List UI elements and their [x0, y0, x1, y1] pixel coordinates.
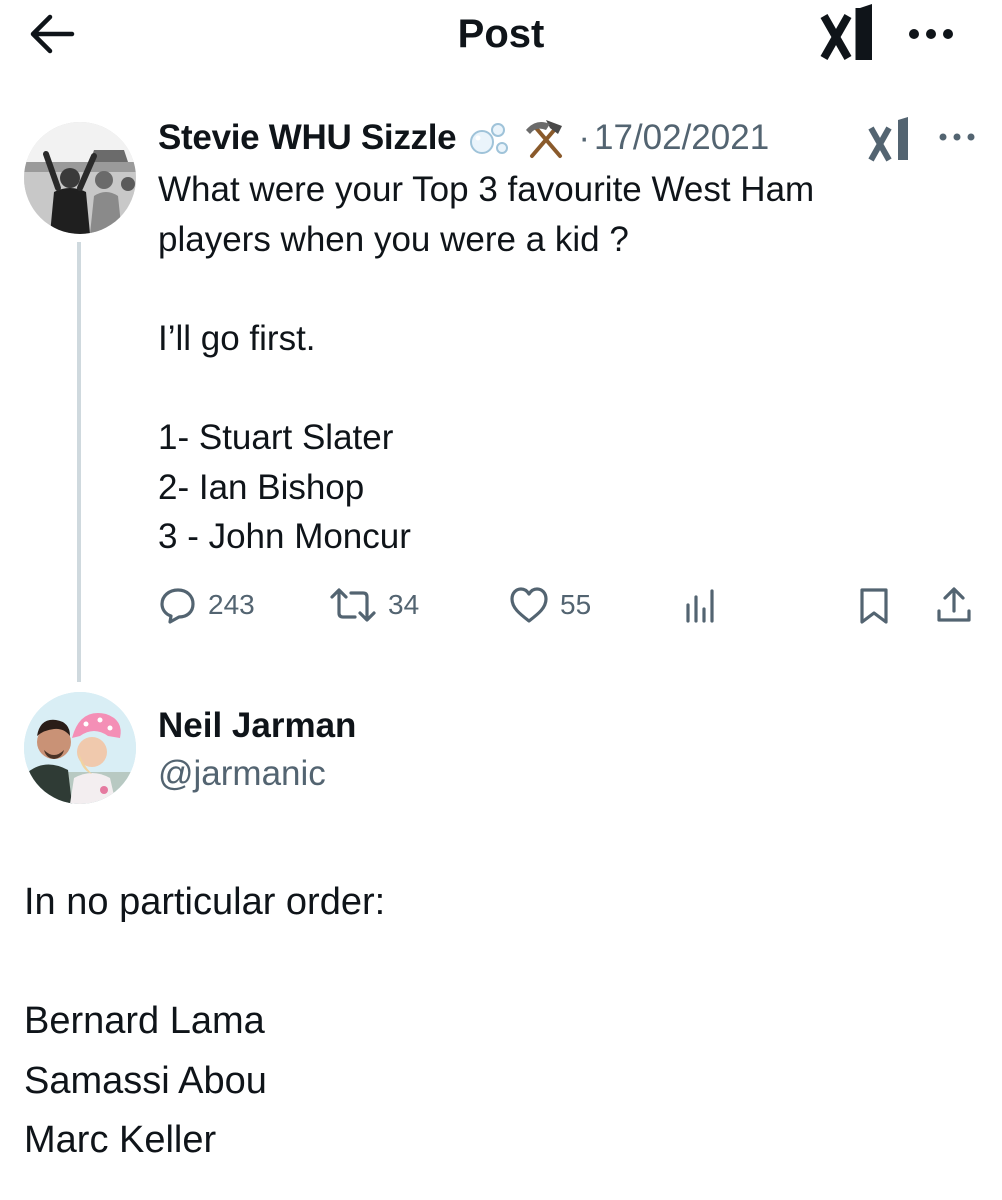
grok-icon	[868, 117, 908, 162]
more-options-button[interactable]	[900, 14, 962, 54]
retweet-button[interactable]: 34	[328, 580, 419, 630]
more-horizontal-icon	[939, 133, 975, 141]
reply-text: In no particular order: Bernard Lama Sam…	[24, 881, 386, 1161]
retweet-icon	[330, 588, 376, 622]
display-name[interactable]: Neil Jarman	[158, 704, 356, 748]
tweet-date[interactable]: 17/02/2021	[594, 118, 769, 158]
tweet-header: Stevie WHU Sizzle · 17/02/2021	[158, 114, 769, 162]
views-button[interactable]	[682, 580, 722, 630]
display-name[interactable]: Stevie WHU Sizzle	[158, 118, 457, 158]
like-count: 55	[560, 589, 592, 620]
bubbles-emoji	[470, 123, 509, 154]
like-button[interactable]: 55	[508, 580, 591, 630]
avatar-photo	[24, 692, 136, 804]
share-button[interactable]	[934, 580, 974, 630]
reply-button[interactable]: 243	[158, 580, 255, 630]
tweet-text: What were your Top 3 favourite West Ham …	[158, 170, 815, 557]
avatar[interactable]	[24, 122, 136, 234]
reply-count: 243	[208, 589, 255, 620]
bookmark-button[interactable]	[854, 580, 894, 630]
retweet-count: 34	[388, 589, 420, 620]
reply-icon	[160, 588, 195, 624]
separator-dot: ·	[578, 118, 590, 157]
avatar-photo	[24, 122, 136, 234]
grok-icon	[820, 4, 872, 60]
hammer-and-pick-emoji	[526, 120, 563, 158]
tweet-more-button[interactable]	[934, 122, 980, 152]
analytics-icon	[686, 589, 714, 623]
thread-connector	[77, 242, 81, 682]
grok-button[interactable]	[818, 2, 880, 64]
heart-icon	[510, 587, 548, 623]
more-horizontal-icon	[909, 29, 953, 39]
grok-tweet-button[interactable]	[866, 116, 914, 164]
avatar[interactable]	[24, 692, 136, 804]
share-icon	[937, 587, 971, 622]
user-handle[interactable]: @jarmanic	[158, 752, 326, 796]
bookmark-icon	[860, 588, 888, 624]
tweet-actions: 243 34 55	[158, 580, 978, 630]
